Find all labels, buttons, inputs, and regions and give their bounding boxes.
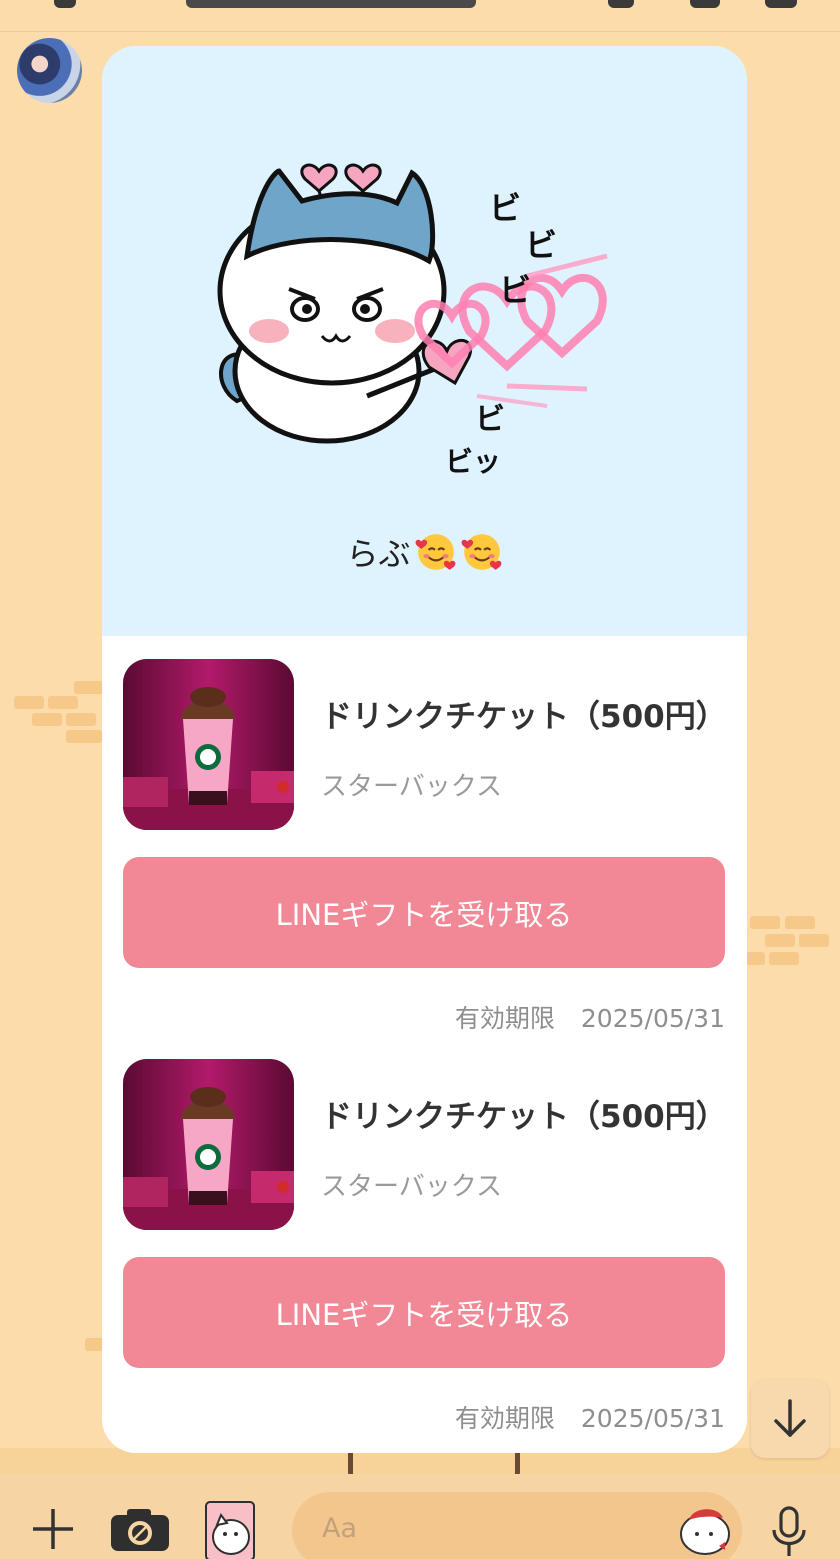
gift-thumbnail[interactable] bbox=[123, 1059, 294, 1230]
gift-message-card: ビ ビ ビ ビ ビッ らぶ ドリンクチケット（500円） スターバックス LIN… bbox=[102, 46, 747, 1453]
expiry-date: 2025/05/31 bbox=[580, 1404, 725, 1433]
emoji-sticker-icon[interactable] bbox=[679, 1504, 733, 1556]
plus-icon bbox=[33, 1509, 73, 1549]
sticker-text: ビ bbox=[475, 402, 505, 437]
gift-expiry: 有効期限 2025/05/31 bbox=[455, 1399, 725, 1435]
receive-gift-button[interactable]: LINEギフトを受け取る bbox=[123, 857, 725, 968]
gift-item: ドリンクチケット（500円） スターバックス LINEギフトを受け取る 有効期限… bbox=[123, 1059, 727, 1439]
arrow-down-icon bbox=[774, 1399, 806, 1437]
call-icon[interactable] bbox=[690, 0, 720, 8]
sender-avatar[interactable] bbox=[17, 38, 82, 103]
gift-title: ドリンクチケット（500円） bbox=[321, 699, 727, 735]
scroll-down-button[interactable] bbox=[751, 1380, 829, 1458]
gift-thumbnail[interactable] bbox=[123, 659, 294, 830]
gift-expiry: 有効期限 2025/05/31 bbox=[455, 999, 725, 1035]
voice-button[interactable] bbox=[766, 1502, 812, 1559]
gift-title: ドリンクチケット（500円） bbox=[321, 1099, 727, 1135]
back-icon[interactable] bbox=[54, 0, 76, 8]
menu-icon[interactable] bbox=[765, 0, 797, 8]
search-icon[interactable] bbox=[608, 0, 634, 8]
sticker-icon bbox=[205, 1501, 255, 1559]
sticker-text: ビ bbox=[489, 189, 521, 227]
microphone-icon bbox=[772, 1506, 806, 1556]
gift-brand: スターバックス bbox=[321, 772, 502, 802]
gift-item: ドリンクチケット（500円） スターバックス LINEギフトを受け取る 有効期限… bbox=[123, 659, 727, 1039]
sticker-text: ビッ bbox=[445, 445, 501, 478]
card-header: ビ ビ ビ ビ ビッ らぶ bbox=[102, 46, 747, 636]
camera-icon bbox=[111, 1509, 169, 1551]
message-label: らぶ bbox=[346, 535, 411, 573]
expiry-label: 有効期限 bbox=[454, 1404, 555, 1433]
message-input[interactable] bbox=[322, 1508, 662, 1548]
receive-gift-button[interactable]: LINEギフトを受け取る bbox=[123, 1257, 725, 1368]
sticker-text: ビ bbox=[525, 226, 557, 264]
chiikawa-cat-sticker: ビ ビ ビ ビ ビッ bbox=[217, 163, 608, 478]
message-input-box[interactable] bbox=[292, 1492, 742, 1559]
chat-header bbox=[0, 0, 840, 32]
smiling-face-with-hearts-icon bbox=[461, 534, 501, 570]
smiling-face-with-hearts-icon bbox=[415, 534, 455, 570]
message-input-bar bbox=[0, 1474, 840, 1559]
frappuccino-image bbox=[123, 659, 294, 830]
frappuccino-image bbox=[123, 1059, 294, 1230]
chat-title bbox=[186, 0, 476, 8]
expiry-date: 2025/05/31 bbox=[580, 1004, 725, 1033]
expiry-label: 有効期限 bbox=[454, 1004, 555, 1033]
message-text: らぶ bbox=[102, 529, 747, 575]
sticker-text: ビ bbox=[499, 271, 531, 309]
sticker-button[interactable] bbox=[204, 1500, 256, 1559]
gift-brand: スターバックス bbox=[321, 1172, 502, 1202]
camera-button[interactable] bbox=[108, 1504, 172, 1556]
add-button[interactable] bbox=[28, 1502, 78, 1556]
